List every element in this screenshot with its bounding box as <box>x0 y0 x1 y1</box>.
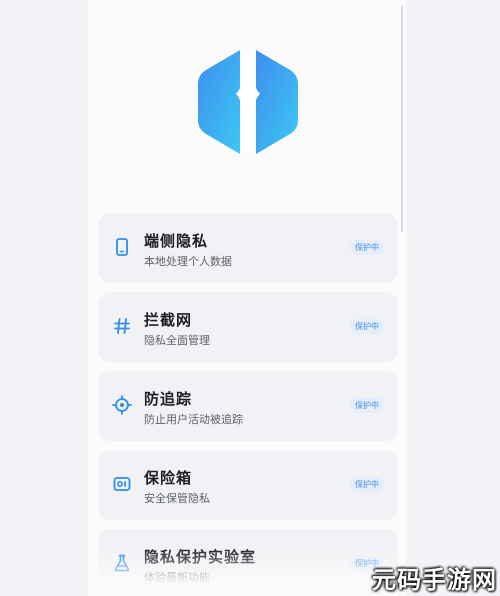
feature-card-privacy-lab[interactable]: 隐私保护实验室 体验最新功能 保护中 <box>98 529 398 596</box>
status-badge: 保护中 <box>350 477 384 492</box>
crosshair-icon <box>112 395 132 415</box>
feature-subtitle: 安全保管隐私 <box>144 492 210 505</box>
page: 端侧隐私 本地处理个人数据 保护中 拦截网 隐私全面管理 保护中 防追踪 防止用… <box>0 0 500 596</box>
scrollbar[interactable] <box>401 6 403 232</box>
status-badge: 保护中 <box>350 398 384 413</box>
site-watermark: 元码手游网 <box>372 566 497 594</box>
phone-icon <box>116 238 128 256</box>
feature-title: 隐私保护实验室 <box>144 548 257 566</box>
safe-box-icon <box>113 477 131 491</box>
feature-title: 拦截网 <box>144 311 193 329</box>
feature-title: 保险箱 <box>144 469 193 487</box>
status-badge: 保护中 <box>350 319 384 334</box>
privacy-shield-hexagon-icon <box>198 50 298 154</box>
feature-card-anti-tracking[interactable]: 防追踪 防止用户活动被追踪 保护中 <box>98 371 398 441</box>
flask-icon <box>114 554 130 572</box>
feature-card-endpoint-privacy[interactable]: 端侧隐私 本地处理个人数据 保护中 <box>98 213 398 283</box>
feature-title: 防追踪 <box>144 390 193 408</box>
feature-subtitle: 本地处理个人数据 <box>144 255 232 268</box>
feature-card-safe-box[interactable]: 保险箱 安全保管隐私 保护中 <box>98 450 398 520</box>
feature-card-interceptor[interactable]: 拦截网 隐私全面管理 保护中 <box>98 292 398 362</box>
feature-subtitle: 防止用户活动被追踪 <box>144 413 243 426</box>
hash-icon <box>114 318 130 334</box>
status-badge: 保护中 <box>350 240 384 255</box>
feature-title: 端侧隐私 <box>144 232 209 250</box>
feature-subtitle: 隐私全面管理 <box>144 334 210 347</box>
feature-subtitle: 体验最新功能 <box>144 571 210 584</box>
